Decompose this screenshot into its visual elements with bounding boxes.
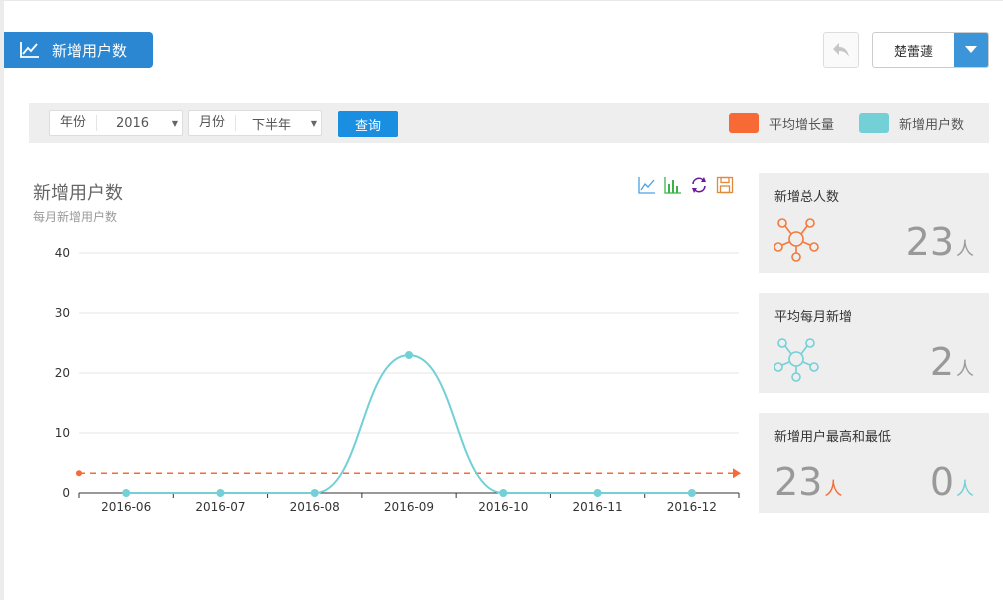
x-tick-label: 2016-11 [573,500,623,514]
page: 新增用户数 楚蕾蘧 年份 2016 ▼ 月份 下半年 ▼ 查询 平均增长量 新增… [0,0,1003,600]
legend-swatch [859,113,889,133]
new-users-point [216,489,225,497]
stat-min-value: 0人 [930,463,974,501]
stat-number: 23 [905,220,954,264]
stat-value: 23 人 [906,223,974,261]
average-line-arrow [733,468,741,479]
stat-number: 0 [929,460,954,504]
new-users-point [122,489,131,497]
average-line-start-marker [76,470,82,477]
network-icon [774,338,819,382]
stat-unit: 人 [956,239,974,260]
stat-max-value: 23 人 [774,463,842,501]
new-users-point [499,489,508,497]
y-tick-label: 40 [55,246,70,260]
new-users-point [687,489,696,497]
stat-number: 2 [929,340,954,384]
new-users-line [126,353,692,495]
y-tick-label: 0 [62,486,70,500]
user-dropdown[interactable]: 楚蕾蘧 [872,32,989,68]
stat-title: 平均每月新增 [774,310,853,325]
stat-card-monthly-average: 平均每月新增 2人 [759,293,989,393]
y-tick-label: 20 [55,366,70,380]
stat-unit: 人 [824,479,843,500]
new-users-point [593,489,602,497]
new-users-point [405,351,413,359]
y-tick-label: 10 [55,426,70,440]
legend-item-new-users[interactable]: 新增用户数 [859,113,964,133]
x-tick-label: 2016-12 [667,500,717,514]
back-button[interactable] [823,32,859,68]
y-tick-label: 30 [55,306,70,320]
x-tick-label: 2016-07 [195,500,245,514]
x-tick-label: 2016-09 [384,500,434,514]
stat-title: 新增用户最高和最低 [774,430,892,445]
stat-card-max-min: 新增用户最高和最低 23 人 0人 [759,413,989,513]
legend-label: 新增用户数 [899,117,965,133]
x-tick-label: 2016-10 [478,500,528,514]
stat-unit: 人 [956,359,974,380]
legend-label: 平均增长量 [769,117,835,133]
stat-value: 2人 [930,343,974,381]
new-users-point [310,489,319,497]
stat-number: 23 [774,460,823,504]
network-icon [774,218,819,262]
stat-card-total: 新增总人数 23 人 [759,173,989,273]
x-tick-label: 2016-06 [101,500,151,514]
line-chart: 0 10 20 30 40 2016-06 2016-07 2016-08 2016-09 201… [55,246,741,514]
chevron-down-icon[interactable] [954,33,988,67]
reply-icon [833,43,849,57]
x-tick-label: 2016-08 [290,500,340,514]
stat-title: 新增总人数 [774,190,840,205]
stat-unit: 人 [956,479,974,500]
user-name: 楚蕾蘧 [893,44,933,60]
